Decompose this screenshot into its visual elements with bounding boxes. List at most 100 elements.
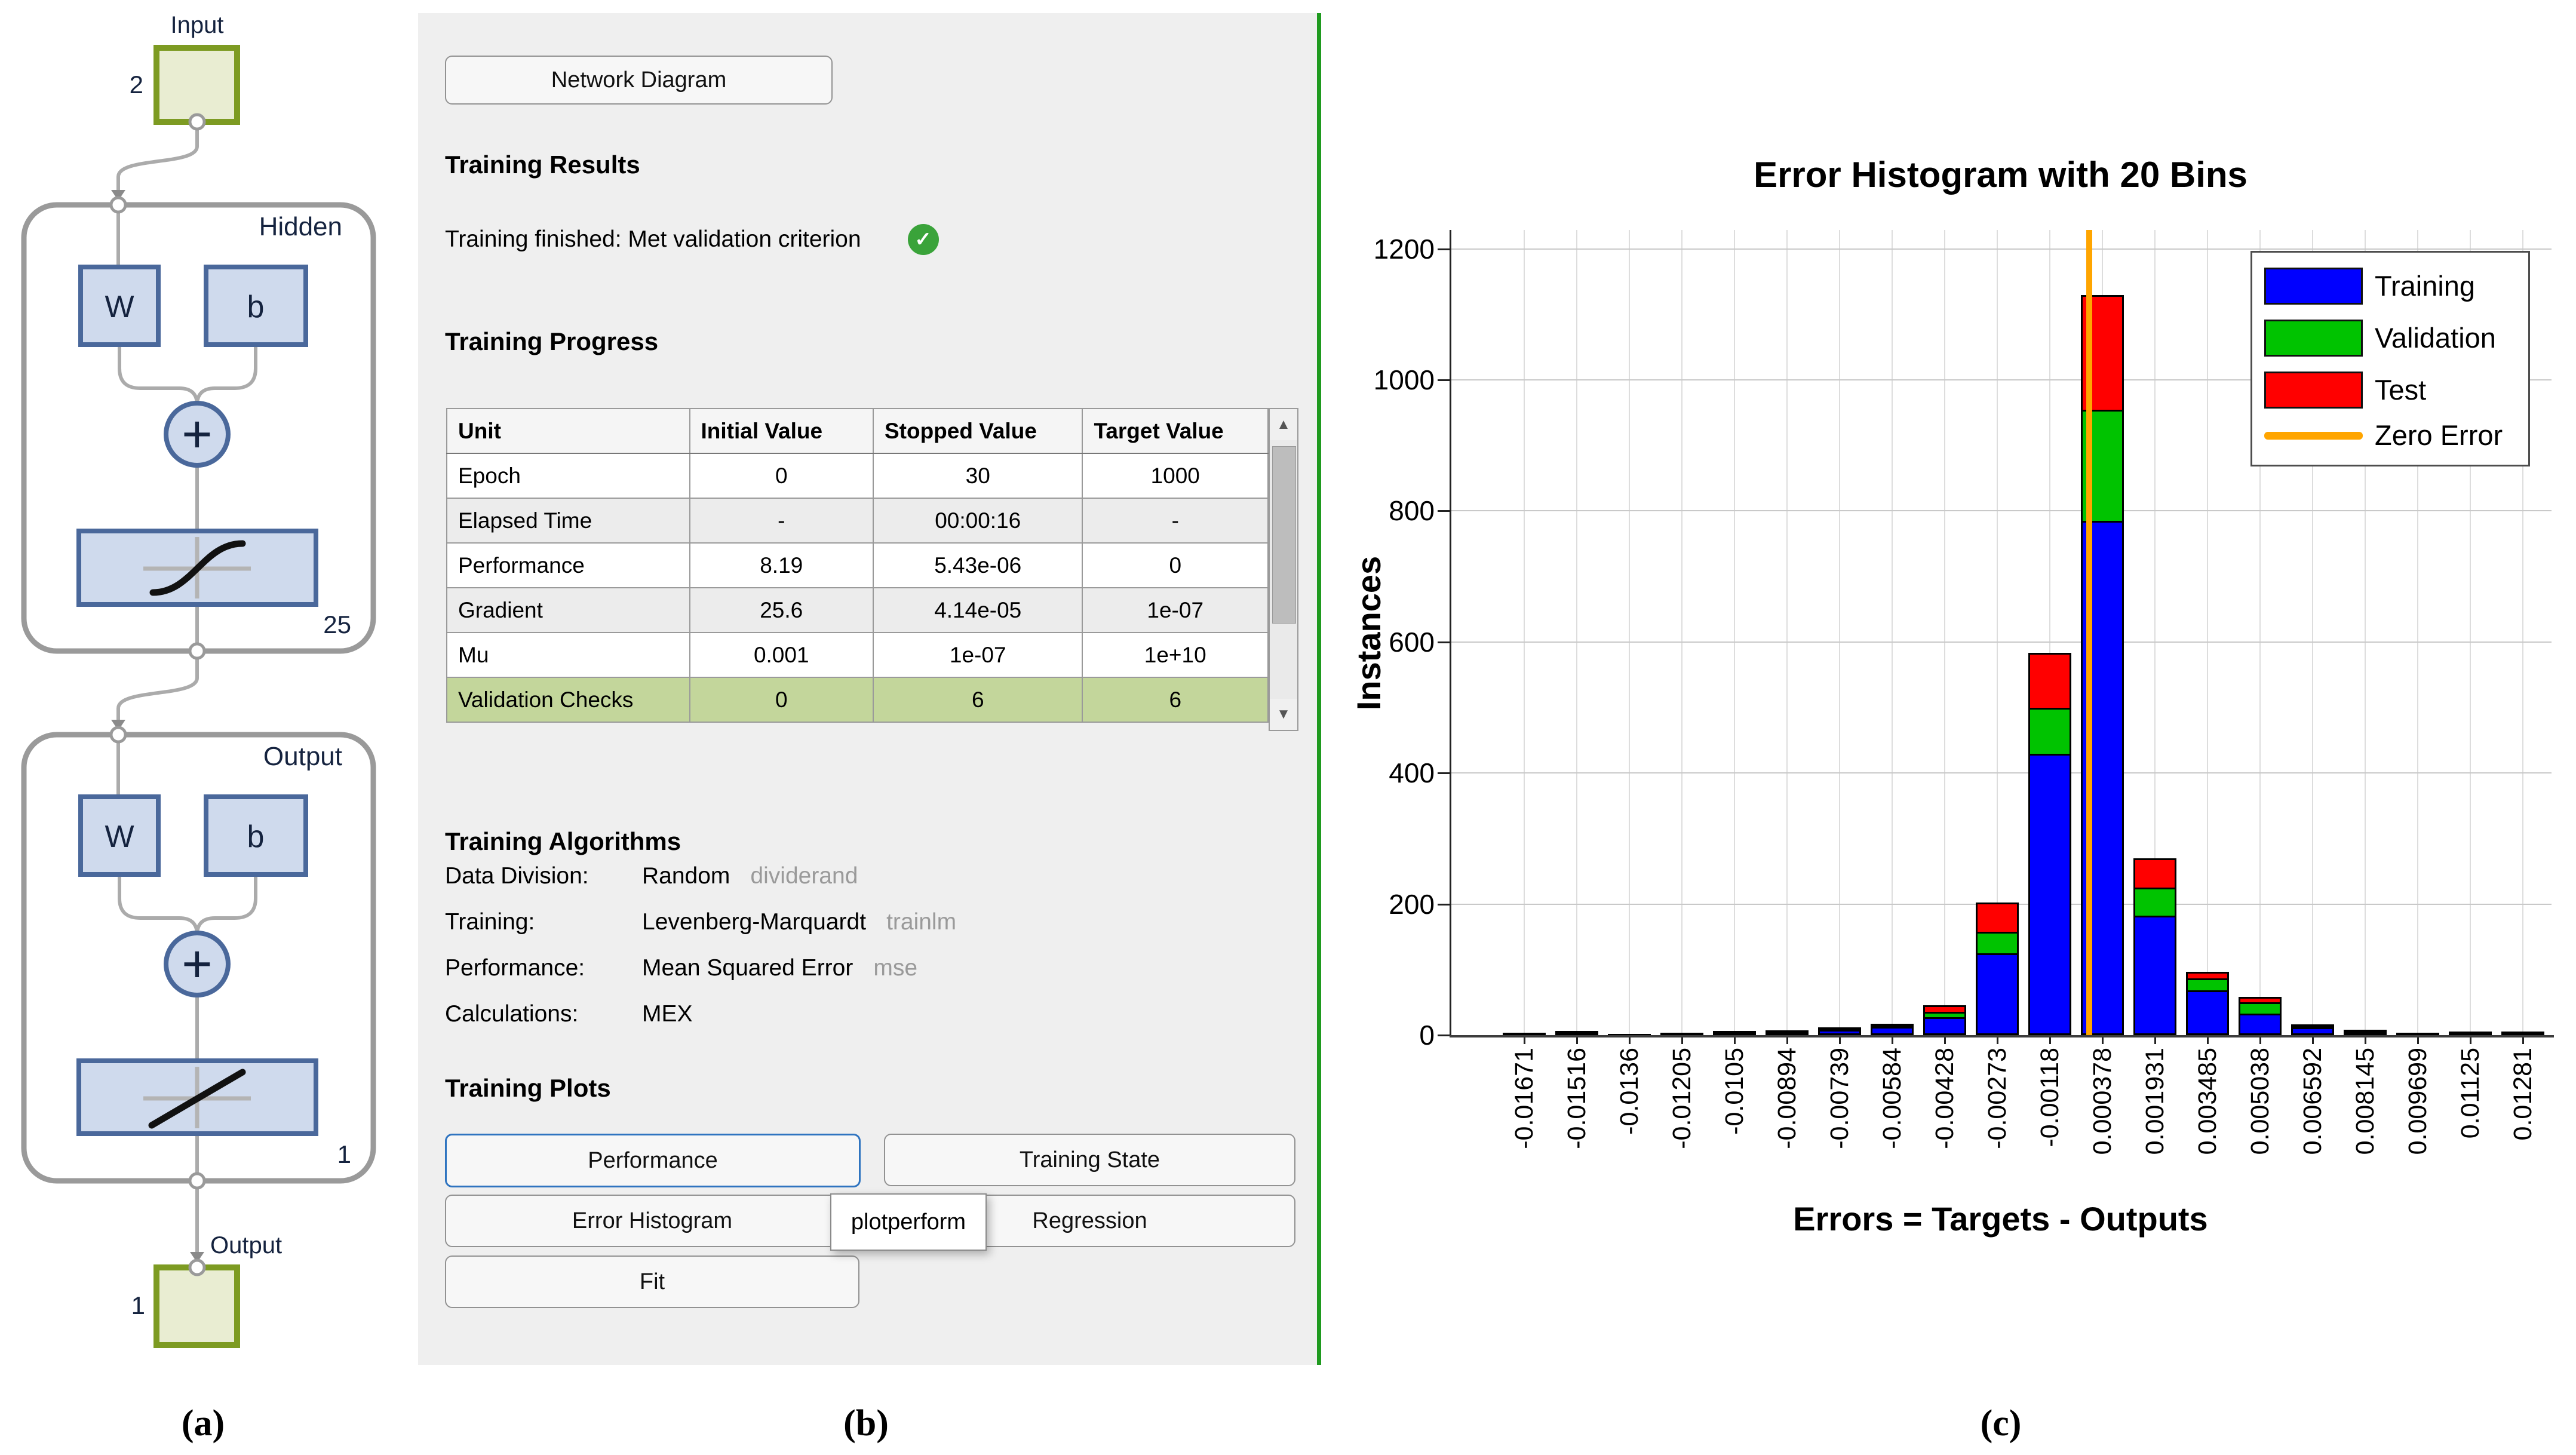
legend-label: Validation (2375, 320, 2496, 357)
algorithm-row: Data Division:Randomdividerand (445, 863, 858, 895)
y-tick-mark (1438, 904, 1450, 905)
caption-b: (b) (788, 1402, 944, 1445)
output-bias-label: b (247, 819, 265, 854)
histogram-bar-test (2291, 1024, 2334, 1026)
table-cell-unit: Performance (447, 543, 690, 588)
legend-swatch-validation (2264, 320, 2363, 357)
algorithm-label: Data Division: (445, 863, 642, 889)
output-node (156, 1267, 237, 1345)
histogram-bar-training (2028, 754, 2071, 1035)
zero-error-line (2086, 230, 2092, 1035)
histogram-bar-test (1713, 1031, 1756, 1033)
input-label: Input (171, 12, 224, 38)
input-size-label: 2 (130, 70, 143, 99)
histogram-bar-training (2291, 1027, 2334, 1035)
plot-button-fit[interactable]: Fit (445, 1256, 859, 1308)
chart-x-axis-label: Errors = Targets - Outputs (1450, 1199, 2552, 1238)
hidden-bias-label: b (247, 290, 265, 324)
output-neurons-label: 1 (337, 1140, 351, 1168)
table-cell-stopped: 30 (873, 453, 1082, 498)
v-gridline (1524, 230, 1525, 1035)
v-gridline (1892, 230, 1893, 1035)
histogram-bar-training (2186, 990, 2229, 1035)
v-gridline (1576, 230, 1577, 1035)
scrollbar-thumb[interactable] (1272, 446, 1296, 624)
table-cell-unit: Gradient (447, 588, 690, 633)
table-cell-unit: Elapsed Time (447, 498, 690, 543)
legend-label: Zero Error (2375, 417, 2503, 454)
table-cell-target: 0 (1082, 543, 1268, 588)
table-cell-initial: 0 (690, 453, 873, 498)
histogram-bar-test (2396, 1033, 2439, 1035)
table-cell-target: 6 (1082, 677, 1268, 722)
algorithm-row: Calculations:MEX (445, 1001, 693, 1033)
network-diagram-button[interactable]: Network Diagram (445, 56, 833, 105)
v-gridline (1839, 230, 1840, 1035)
algorithm-label: Training: (445, 909, 642, 935)
algorithm-row: Performance:Mean Squared Errormse (445, 955, 917, 987)
table-scrollbar[interactable]: ▲ ▼ (1269, 408, 1298, 731)
table-cell-target: 1e-07 (1082, 588, 1268, 633)
histogram-bar-test (2344, 1030, 2387, 1032)
hidden-weight-label: W (105, 290, 134, 324)
plot-button-training-state[interactable]: Training State (884, 1134, 1295, 1186)
status-check-icon: ✓ (908, 224, 939, 255)
v-gridline (1629, 230, 1630, 1035)
table-cell-target: 1e+10 (1082, 633, 1268, 677)
histogram-bar-validation (1871, 1026, 1914, 1027)
table-header-cell: Stopped Value (873, 409, 1082, 453)
table-row: Elapsed Time-00:00:16- (447, 498, 1268, 543)
table-header-cell: Initial Value (690, 409, 873, 453)
histogram-bar-test (2501, 1032, 2544, 1033)
table-cell-initial: 25.6 (690, 588, 873, 633)
histogram-bar-training (2239, 1014, 2282, 1035)
histogram-bar-training (1871, 1027, 1914, 1035)
table-cell-stopped: 00:00:16 (873, 498, 1082, 543)
histogram-bar-test (1766, 1030, 1809, 1032)
table-row: Epoch0301000 (447, 453, 1268, 498)
hidden-sum-label: + (182, 404, 212, 463)
h-gridline (1450, 248, 2552, 250)
caption-c: (c) (1923, 1402, 2078, 1445)
y-tick-label: 1200 (1303, 234, 1435, 264)
table-cell-initial: 0 (690, 677, 873, 722)
table-cell-unit: Epoch (447, 453, 690, 498)
training-results-heading: Training Results (445, 151, 640, 179)
table-row: Validation Checks066 (447, 677, 1268, 722)
histogram-bar-test (1923, 1005, 1966, 1012)
table-cell-initial: 0.001 (690, 633, 873, 677)
scroll-down-icon[interactable]: ▼ (1270, 699, 1297, 730)
algorithm-code: dividerand (750, 863, 858, 889)
output-sum-label: + (182, 934, 212, 993)
table-cell-stopped: 1e-07 (873, 633, 1082, 677)
y-tick-mark (1438, 510, 1450, 512)
y-tick-mark (1438, 379, 1450, 381)
algorithm-label: Performance: (445, 955, 642, 981)
output-layer-label: Output (263, 742, 342, 771)
y-axis-line (1450, 230, 1451, 1035)
legend-label: Training (2375, 268, 2475, 305)
y-tick-mark (1438, 641, 1450, 643)
histogram-bar-test (1503, 1033, 1546, 1035)
histogram-bar-validation (2186, 978, 2229, 990)
training-progress-heading: Training Progress (445, 327, 658, 356)
v-gridline (1734, 230, 1735, 1035)
table-row: Performance8.195.43e-060 (447, 543, 1268, 588)
v-gridline (2207, 230, 2208, 1035)
table-header-row: UnitInitial ValueStopped ValueTarget Val… (447, 409, 1268, 453)
hidden-layer-label: Hidden (259, 212, 342, 241)
plot-button-performance[interactable]: Performance (445, 1134, 861, 1187)
training-algorithms-heading: Training Algorithms (445, 827, 681, 856)
histogram-bar-test (1555, 1031, 1598, 1033)
histogram-bar-validation (2028, 708, 2071, 754)
table-header-cell: Target Value (1082, 409, 1268, 453)
algorithm-value: Levenberg-Marquardt (642, 909, 866, 935)
training-progress-table: UnitInitial ValueStopped ValueTarget Val… (446, 408, 1269, 723)
plot-button-error-histogram[interactable]: Error Histogram (445, 1195, 859, 1247)
chart-legend: TrainingValidationTestZero Error (2250, 251, 2530, 466)
v-gridline (1944, 230, 1945, 1035)
scroll-up-icon[interactable]: ▲ (1270, 409, 1297, 440)
histogram-bar-test (2239, 997, 2282, 1002)
histogram-bar-test (1660, 1033, 1703, 1035)
histogram-bar-training (1818, 1030, 1861, 1035)
